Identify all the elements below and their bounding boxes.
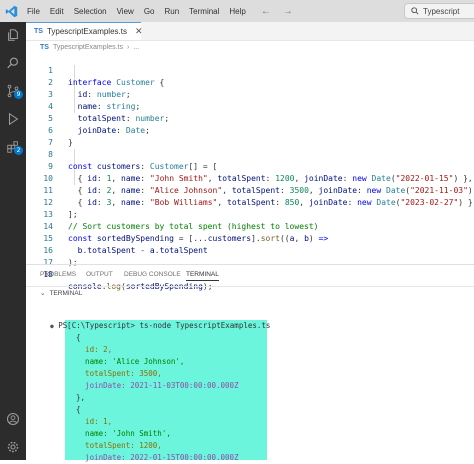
back-arrow-icon[interactable]: ← xyxy=(261,6,271,17)
output-line: { xyxy=(67,333,81,342)
title-bar: File Edit Selection View Go Run Terminal… xyxy=(0,0,474,22)
editor-tab-bar: TS TypescriptExamples.ts ✕ xyxy=(26,22,474,41)
typescript-file-icon: TS xyxy=(34,28,43,35)
code-line: 9 { id: 1, name: "John Smith", totalSpen… xyxy=(26,149,474,183)
terminal-view[interactable]: ● PS C:\Typescript> ts-node TypescriptEx… xyxy=(26,298,474,462)
explorer-icon[interactable] xyxy=(4,26,22,44)
code-line: 10 { id: 2, name: "Alice Johnson", total… xyxy=(26,161,474,195)
menu-view[interactable]: View xyxy=(112,7,139,16)
close-icon[interactable]: ✕ xyxy=(135,26,143,37)
menu-selection[interactable]: Selection xyxy=(69,7,112,16)
output-line: totalSpent: 3500, xyxy=(67,369,162,378)
output-line: name: 'John Smith', xyxy=(67,429,171,438)
menu-help[interactable]: Help xyxy=(224,7,250,16)
code-editor[interactable]: 1 interface Customer { 2 id: number; 3 n… xyxy=(26,53,474,291)
code-line: 3 name: string; xyxy=(26,77,474,111)
menu-go[interactable]: Go xyxy=(139,7,160,16)
menu-terminal[interactable]: Terminal xyxy=(184,7,224,16)
source-control-badge: 9 xyxy=(14,90,23,99)
code-line: 2 id: number; xyxy=(26,65,474,99)
output-line: { xyxy=(67,405,81,414)
gear-icon[interactable] xyxy=(4,438,22,456)
menu-file[interactable]: File xyxy=(22,7,45,16)
code-line: 12 ]; xyxy=(26,185,474,219)
code-line: 13 // Sort customers by total spent (hig… xyxy=(26,197,474,231)
tab-typescript-examples[interactable]: TS TypescriptExamples.ts ✕ xyxy=(26,22,143,40)
breadcrumb-file[interactable]: TypescriptExamples.ts xyxy=(53,44,123,51)
typescript-file-icon: TS xyxy=(40,43,49,51)
prompt-marker-icon: ● xyxy=(50,323,54,330)
output-line: name: 'Alice Johnson', xyxy=(67,357,185,366)
menu-edit[interactable]: Edit xyxy=(45,7,69,16)
tab-terminal[interactable]: TERMINAL xyxy=(186,271,219,281)
command-center[interactable]: Typescript xyxy=(404,3,474,19)
code-line: 11 { id: 3, name: "Bob Williams", totalS… xyxy=(26,173,474,207)
output-line: totalSpent: 1200, xyxy=(67,441,162,450)
output-line: }, xyxy=(67,393,86,402)
panel-tabs: PROBLEMS OUTPUT DEBUG CONSOLE TERMINAL xyxy=(26,265,474,285)
code-line: 1 interface Customer { xyxy=(26,53,474,87)
code-line: 4 totalSpent: number; xyxy=(26,89,474,123)
menu-run[interactable]: Run xyxy=(159,7,184,16)
breadcrumb-more[interactable]: ... xyxy=(133,44,139,51)
activity-bar: 9 2 xyxy=(0,22,26,460)
forward-arrow-icon[interactable]: → xyxy=(283,6,293,17)
tab-problems[interactable]: PROBLEMS xyxy=(40,271,76,278)
code-line: 6 } xyxy=(26,113,474,147)
output-line: joinDate: 2021-11-03T00:00:00.000Z xyxy=(67,381,239,390)
output-line: id: 1, xyxy=(67,417,113,426)
output-line: id: 2, xyxy=(67,345,113,354)
code-line: 5 joinDate: Date; xyxy=(26,101,474,135)
breadcrumb: TS TypescriptExamples.ts › ... xyxy=(26,41,474,53)
account-icon[interactable] xyxy=(4,410,22,428)
chevron-right-icon: › xyxy=(126,43,130,51)
vscode-logo-icon xyxy=(0,0,22,22)
search-icon xyxy=(411,7,419,15)
output-line: joinDate: 2022-01-15T00:00:00.000Z xyxy=(67,453,239,462)
chevron-down-icon: ⌄ xyxy=(40,290,46,297)
code-line: 7 xyxy=(26,125,474,147)
search-icon[interactable] xyxy=(4,54,22,72)
tab-debug-console[interactable]: DEBUG CONSOLE xyxy=(124,271,181,278)
terminal-prompt: PS C:\Typescript> ts-node TypescriptExam… xyxy=(58,321,271,330)
tab-output[interactable]: OUTPUT xyxy=(86,271,113,278)
code-line: 17 xyxy=(26,245,474,267)
code-line: 14 const sortedBySpending = [...customer… xyxy=(26,209,474,243)
tab-label: TypescriptExamples.ts xyxy=(46,27,127,36)
extensions-badge: 2 xyxy=(14,146,23,155)
output-line: [ xyxy=(67,321,72,330)
run-debug-icon[interactable] xyxy=(4,110,22,128)
command-center-text: Typescript xyxy=(423,6,460,16)
terminal-prompt-line: ● PS C:\Typescript> ts-node TypescriptEx… xyxy=(32,308,270,330)
code-line: 8 const customers: Customer[] = [ xyxy=(26,137,474,171)
code-line: 15 b.totalSpent - a.totalSpent xyxy=(26,221,474,255)
code-line: 16 ); xyxy=(26,233,474,267)
terminal-header-label: TERMINAL xyxy=(49,289,83,297)
